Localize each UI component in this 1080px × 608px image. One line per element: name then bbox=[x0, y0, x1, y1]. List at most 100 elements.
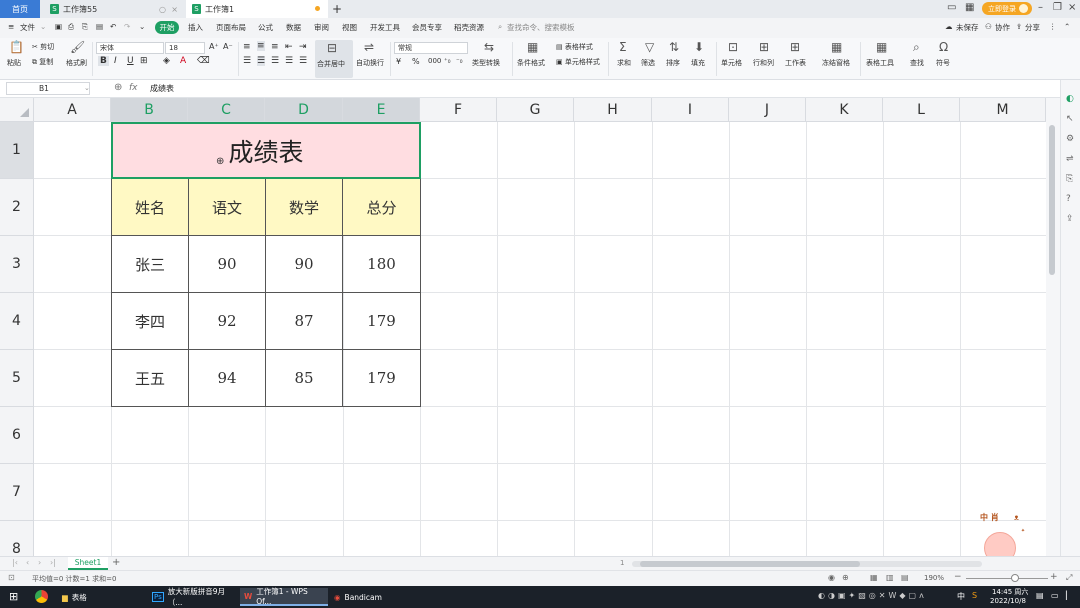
table-cell[interactable]: 李四 bbox=[112, 293, 189, 350]
indent-increase-icon[interactable]: ⇥ bbox=[299, 42, 307, 52]
table-cell[interactable]: 87 bbox=[266, 293, 343, 350]
column-header-f[interactable]: F bbox=[420, 98, 497, 122]
new-tab-button[interactable]: + bbox=[332, 0, 342, 18]
macro-icon[interactable]: ⊡ bbox=[8, 573, 15, 582]
border-icon[interactable]: ⊞ bbox=[140, 56, 148, 66]
thousands-icon[interactable]: 000 bbox=[428, 57, 441, 65]
type-convert-icon[interactable]: ⇆ bbox=[484, 41, 494, 53]
fill-icon[interactable]: ⬇ bbox=[694, 41, 704, 53]
table-cell[interactable]: 王五 bbox=[112, 350, 189, 407]
menu-insert[interactable]: 插入 bbox=[188, 22, 203, 33]
cut-button[interactable]: ✂ 剪切 bbox=[32, 42, 54, 52]
worksheet-icon[interactable]: ⊞ bbox=[790, 41, 800, 53]
conditional-format-icon[interactable]: ▦ bbox=[527, 41, 538, 53]
distribute-icon[interactable]: ☰ bbox=[299, 56, 307, 66]
share-button[interactable]: 分享 bbox=[1025, 22, 1040, 33]
menu-file[interactable]: 文件 bbox=[20, 22, 35, 33]
row-header-7[interactable]: 7 bbox=[0, 464, 34, 521]
first-sheet-icon[interactable]: |‹ bbox=[12, 558, 18, 567]
wrap-text-icon[interactable]: ⇌ bbox=[364, 41, 374, 53]
sheet-tab-sheet1[interactable]: Sheet1 bbox=[68, 557, 108, 570]
align-left-icon[interactable]: ☰ bbox=[243, 56, 251, 66]
tab-workbook1[interactable]: S 工作簿1 bbox=[186, 0, 328, 18]
font-size-select[interactable]: 18 bbox=[165, 42, 205, 54]
align-bottom-icon[interactable]: ≡ bbox=[271, 42, 279, 52]
justify-icon[interactable]: ☰ bbox=[285, 56, 293, 66]
show-desktop-icon[interactable]: ▏ bbox=[1066, 591, 1072, 600]
chevron-down-icon[interactable]: ⌄ bbox=[84, 84, 90, 92]
decrease-font-icon[interactable]: A⁻ bbox=[223, 42, 233, 51]
next-sheet-icon[interactable]: › bbox=[38, 558, 41, 567]
menu-developer[interactable]: 开发工具 bbox=[370, 22, 400, 33]
restore-icon[interactable]: ❐ bbox=[1053, 2, 1062, 13]
export-icon[interactable]: ⎙ bbox=[68, 22, 74, 32]
windows-start-icon[interactable]: ⊞ bbox=[9, 590, 18, 603]
horizontal-scroll-thumb[interactable] bbox=[640, 561, 860, 567]
column-header-h[interactable]: H bbox=[574, 98, 652, 122]
row-header-6[interactable]: 6 bbox=[0, 407, 34, 464]
unsaved-label[interactable]: 未保存 bbox=[956, 22, 979, 33]
font-name-select[interactable]: 宋体 bbox=[96, 42, 164, 54]
worksheet-button[interactable]: 工作表 bbox=[785, 58, 806, 68]
login-button[interactable]: 立即登录 bbox=[982, 2, 1032, 15]
print-icon[interactable]: ⎘ bbox=[82, 22, 88, 32]
header-cell-name[interactable]: 姓名 bbox=[112, 179, 189, 236]
chrome-icon[interactable] bbox=[35, 590, 48, 603]
column-header-i[interactable]: I bbox=[652, 98, 729, 122]
command-search[interactable]: 查找命令、搜索模板 bbox=[507, 22, 575, 33]
clock-date[interactable]: 2022/10/8 bbox=[990, 597, 1026, 605]
number-format-select[interactable]: 常规 bbox=[394, 42, 468, 54]
table-cell[interactable]: 179 bbox=[343, 350, 421, 407]
menu-start[interactable]: 开始 bbox=[155, 21, 179, 34]
fill-button[interactable]: 填充 bbox=[691, 58, 705, 68]
cell-icon[interactable]: ⊡ bbox=[728, 41, 738, 53]
paste-button[interactable]: 粘贴 bbox=[7, 58, 21, 68]
adjust-icon[interactable]: ⇌ bbox=[1066, 154, 1074, 164]
formula-input[interactable]: 成绩表 bbox=[150, 83, 174, 94]
taskbar-app-folder[interactable]: ▆ 表格 bbox=[58, 588, 144, 606]
notification-icon[interactable]: ▭ bbox=[1051, 591, 1059, 600]
fullscreen-icon[interactable]: ⤢ bbox=[1066, 573, 1072, 583]
page-break-view-icon[interactable]: ▥ bbox=[886, 573, 894, 582]
menu-member[interactable]: 会员专享 bbox=[412, 22, 442, 33]
table-tools-button[interactable]: 表格工具 bbox=[866, 58, 894, 68]
column-header-k[interactable]: K bbox=[806, 98, 883, 122]
save-icon[interactable]: ▣ bbox=[55, 22, 62, 31]
copy-button[interactable]: ⧉ 复制 bbox=[32, 57, 53, 67]
wrap-text-button[interactable]: 自动换行 bbox=[356, 58, 384, 68]
increase-font-icon[interactable]: A⁺ bbox=[209, 42, 219, 51]
table-cell[interactable]: 张三 bbox=[112, 236, 189, 293]
zoom-in-icon[interactable]: + bbox=[1050, 572, 1058, 582]
zoom-out-icon[interactable]: − bbox=[954, 572, 962, 582]
header-cell-math[interactable]: 数学 bbox=[266, 179, 343, 236]
table-cell[interactable]: 180 bbox=[343, 236, 421, 293]
row-header-5[interactable]: 5 bbox=[0, 350, 34, 407]
fx-icon[interactable]: fx bbox=[129, 83, 138, 93]
table-cell[interactable]: 85 bbox=[266, 350, 343, 407]
find-button[interactable]: 查找 bbox=[910, 58, 924, 68]
clock-time[interactable]: 14:45 周六 bbox=[992, 587, 1028, 597]
minimize-icon[interactable]: – bbox=[1038, 2, 1043, 13]
zoom-slider[interactable] bbox=[966, 578, 1048, 579]
zoom-slider-handle[interactable] bbox=[1011, 574, 1019, 582]
tab-home[interactable]: 首页 bbox=[0, 0, 40, 18]
taskbar-app-wps[interactable]: W 工作簿1 - WPS Of... bbox=[240, 587, 328, 606]
column-header-a[interactable]: A bbox=[34, 98, 111, 122]
add-sheet-button[interactable]: + bbox=[112, 557, 120, 568]
bold-icon[interactable]: B bbox=[98, 56, 109, 66]
italic-icon[interactable]: I bbox=[114, 56, 117, 66]
symbol-icon[interactable]: Ω bbox=[939, 41, 948, 53]
table-cell[interactable]: 179 bbox=[343, 293, 421, 350]
freeze-button[interactable]: 冻结窗格 bbox=[822, 58, 850, 68]
sort-icon[interactable]: ⇅ bbox=[669, 41, 679, 53]
more-icon[interactable]: ⋮ bbox=[1049, 22, 1057, 31]
style-icon[interactable]: ◐ bbox=[1066, 94, 1074, 104]
taskbar-app-photoshop[interactable]: Ps 放大新版拼音9月（... bbox=[148, 587, 238, 607]
symbol-button[interactable]: 符号 bbox=[936, 58, 950, 68]
scrollbar-thumb[interactable] bbox=[1049, 125, 1055, 275]
prev-sheet-icon[interactable]: ‹ bbox=[26, 558, 29, 567]
indent-decrease-icon[interactable]: ⇤ bbox=[285, 42, 293, 52]
chevron-down-icon[interactable]: ⌄ bbox=[40, 22, 46, 31]
window-layout-icon[interactable]: ▭ bbox=[947, 2, 956, 13]
backup-icon[interactable]: ⎘ bbox=[1066, 174, 1073, 184]
